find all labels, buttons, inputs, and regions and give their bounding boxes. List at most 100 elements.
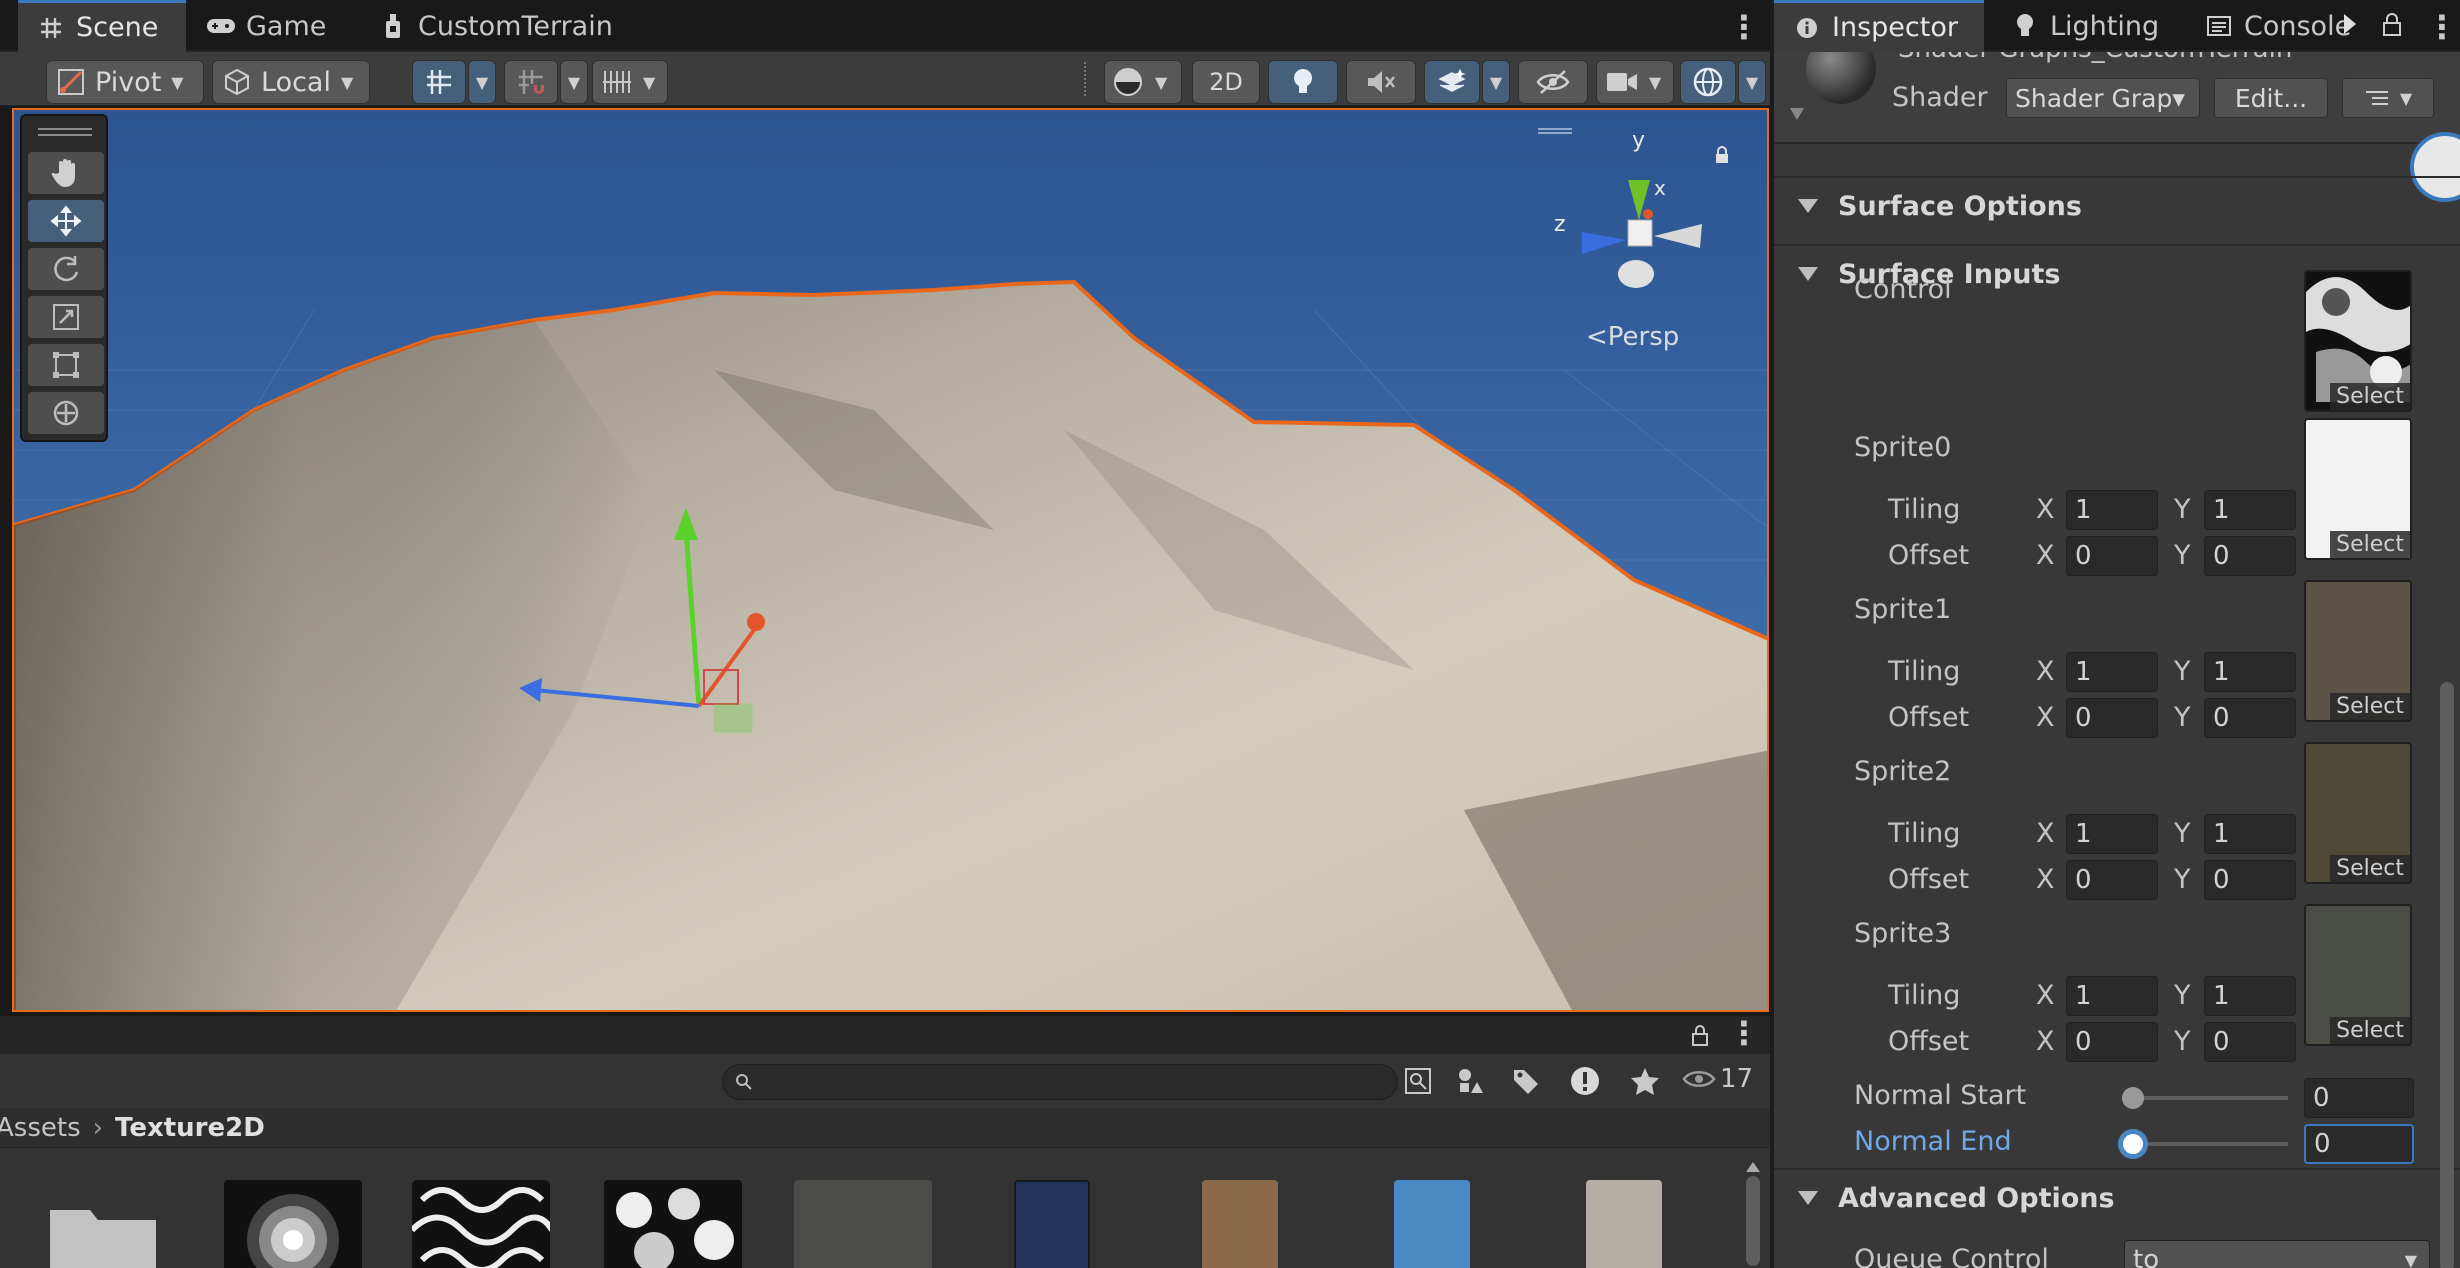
project-search-input[interactable]	[722, 1064, 1398, 1100]
grid-snap-button[interactable]	[412, 60, 466, 104]
normal-end-field[interactable]: 0	[2304, 1124, 2414, 1164]
lighting-toggle-button[interactable]	[1268, 60, 1338, 104]
normal-end-slider[interactable]	[2118, 1129, 2288, 1159]
local-dropdown[interactable]: Local ▼	[212, 60, 370, 104]
breadcrumb-assets[interactable]: Assets	[0, 1113, 81, 1143]
slider-thumb[interactable]	[2122, 1087, 2144, 1109]
scene-viewport[interactable]: y x z <Persp	[12, 108, 1769, 1012]
audio-toggle-button[interactable]	[1346, 60, 1416, 104]
orientation-gizmo[interactable]: y x z	[1544, 128, 1724, 312]
transform-tool-button[interactable]	[28, 392, 104, 434]
tiling-y-field[interactable]: 1	[2204, 814, 2296, 854]
asset-thumbnail[interactable]	[1394, 1180, 1470, 1268]
sprite-texture-slot[interactable]: Select	[2304, 742, 2412, 884]
offset-x-field[interactable]: 0	[2066, 698, 2158, 738]
tiling-y-field[interactable]: 1	[2204, 490, 2296, 530]
shading-mode-dropdown[interactable]: ▼	[1104, 60, 1182, 104]
gizmos-toggle-button[interactable]	[1680, 60, 1736, 104]
move-tool-button[interactable]	[28, 200, 104, 242]
advanced-options-foldout[interactable]: Advanced Options	[1774, 1168, 2460, 1226]
sprite-select-button[interactable]: Select	[2330, 1017, 2410, 1044]
sprite-texture-slot[interactable]: Select	[2304, 904, 2412, 1046]
offset-y-field[interactable]: 0	[2204, 1022, 2296, 1062]
control-texture-slot[interactable]: Select	[2304, 270, 2412, 412]
tiling-x-field[interactable]: 1	[2066, 976, 2158, 1016]
normal-start-field[interactable]: 0	[2304, 1078, 2414, 1118]
hand-tool-button[interactable]	[28, 152, 104, 194]
control-select-button[interactable]: Select	[2330, 383, 2410, 410]
sprite-select-button[interactable]: Select	[2330, 531, 2410, 558]
project-scrollbar[interactable]	[1744, 1156, 1762, 1268]
surface-options-foldout[interactable]: Surface Options	[1774, 176, 2460, 234]
scale-tool-button[interactable]	[28, 296, 104, 338]
effects-toggle-button[interactable]	[1424, 60, 1480, 104]
sprite-texture-slot[interactable]: Select	[2304, 418, 2412, 560]
tab-game[interactable]: Game	[188, 0, 346, 52]
grid-visibility-button[interactable]: ▼	[592, 60, 668, 104]
view-lock-icon[interactable]	[1714, 146, 1730, 163]
gizmo-menu-handle[interactable]	[1538, 128, 1572, 134]
offset-x-field[interactable]: 0	[2066, 1022, 2158, 1062]
persp-toggle[interactable]: <Persp	[1586, 322, 1679, 352]
tiling-x-field[interactable]: 1	[2066, 814, 2158, 854]
asset-thumbnail[interactable]	[224, 1180, 362, 1268]
grid-snap-dropdown[interactable]: ▼	[468, 60, 496, 104]
2d-mode-button[interactable]: 2D	[1192, 60, 1260, 104]
scene-more-menu-icon[interactable]: ⋮	[1728, 8, 1760, 46]
asset-thumbnail[interactable]	[604, 1180, 742, 1268]
favorites-button[interactable]	[1622, 1058, 1668, 1104]
tag-icon	[1514, 1070, 1538, 1094]
asset-thumbnail[interactable]	[1586, 1180, 1662, 1268]
filter-by-label-button[interactable]	[1503, 1058, 1549, 1104]
tiling-y-field[interactable]: 1	[2204, 976, 2296, 1016]
tiling-x-field[interactable]: 1	[2066, 490, 2158, 530]
inspector-scrollbar[interactable]	[2440, 682, 2454, 1268]
rotate-tool-button[interactable]	[28, 248, 104, 290]
tab-customterrain[interactable]: CustomTerrain	[360, 0, 633, 52]
offset-x-field[interactable]: 0	[2066, 860, 2158, 900]
scene-visibility-button[interactable]	[1518, 60, 1588, 104]
shader-dropdown[interactable]: Shader Grap▾	[2006, 78, 2200, 118]
sprite-select-button[interactable]: Select	[2330, 855, 2410, 882]
folder-icon[interactable]	[48, 1200, 158, 1268]
queue-control-dropdown[interactable]: to ▼	[2124, 1240, 2430, 1268]
breadcrumb-texture2d[interactable]: Texture2D	[115, 1113, 265, 1143]
asset-thumbnail[interactable]	[1014, 1180, 1090, 1268]
inspector-lock-icon[interactable]	[2382, 12, 2402, 40]
asset-thumbnail[interactable]	[1202, 1180, 1278, 1268]
tab-inspector[interactable]: Inspector	[1774, 0, 1984, 52]
increment-snap-dropdown[interactable]: ▼	[560, 60, 588, 104]
offset-x-field[interactable]: 0	[2066, 536, 2158, 576]
asset-thumbnail[interactable]	[412, 1180, 550, 1268]
tab-lighting[interactable]: Lighting	[1992, 0, 2179, 52]
increment-snap-button[interactable]	[504, 60, 558, 104]
project-more-menu-icon[interactable]: ⋮	[1728, 1014, 1760, 1052]
camera-settings-dropdown[interactable]: ▼	[1596, 60, 1674, 104]
project-lock-icon[interactable]	[1690, 1024, 1710, 1050]
offset-y-field[interactable]: 0	[2204, 698, 2296, 738]
inspector-more-menu-icon[interactable]: ⋮	[2426, 8, 2458, 46]
shader-edit-button[interactable]: Edit...	[2214, 78, 2328, 118]
tiling-x-field[interactable]: 1	[2066, 652, 2158, 692]
log-filter-button[interactable]	[1562, 1058, 1608, 1104]
rect-tool-button[interactable]	[28, 344, 104, 386]
sprite-select-button[interactable]: Select	[2330, 693, 2410, 720]
sprite-texture-slot[interactable]: Select	[2304, 580, 2412, 722]
offset-y-field[interactable]: 0	[2204, 860, 2296, 900]
gizmos-dropdown[interactable]: ▼	[1738, 60, 1766, 104]
filter-by-type-button[interactable]	[1448, 1058, 1494, 1104]
pivot-dropdown[interactable]: Pivot ▼	[46, 60, 204, 104]
normal-start-slider[interactable]	[2122, 1087, 2288, 1109]
visibility-count[interactable]: 17	[1682, 1064, 1753, 1094]
asset-thumbnail[interactable]	[794, 1180, 932, 1268]
tabs-overflow-arrow-icon[interactable]	[2344, 14, 2356, 34]
tiling-y-field[interactable]: 1	[2204, 652, 2296, 692]
search-scope-button[interactable]	[1395, 1058, 1441, 1104]
palette-drag-handle[interactable]	[38, 128, 92, 136]
effects-dropdown[interactable]: ▼	[1482, 60, 1510, 104]
slider-thumb[interactable]	[2118, 1129, 2148, 1159]
foldout-arrow-icon[interactable]	[1790, 108, 1804, 120]
tab-scene[interactable]: Scene	[18, 0, 186, 52]
material-options-dropdown[interactable]: ▼	[2342, 78, 2434, 118]
offset-y-field[interactable]: 0	[2204, 536, 2296, 576]
